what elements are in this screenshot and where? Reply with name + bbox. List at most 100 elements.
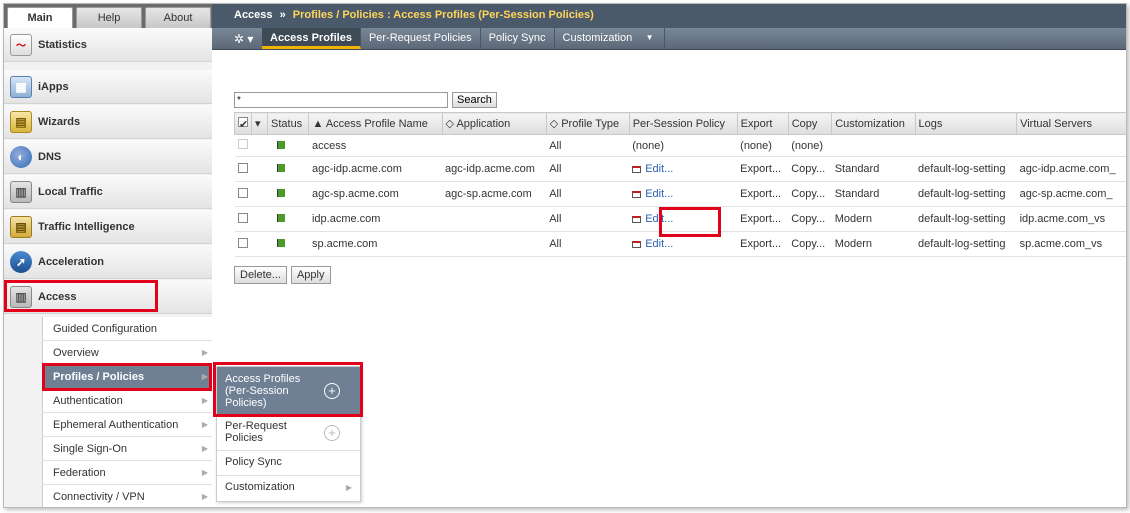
col-profile-type[interactable]: ◇ Profile Type: [545, 112, 630, 135]
row-checkbox-cell: [234, 231, 252, 257]
submenu-federation[interactable]: Federation ▶: [43, 461, 212, 485]
row-checkbox[interactable]: [237, 237, 248, 248]
profile-name-link[interactable]: access: [308, 134, 443, 157]
virtual-server-link[interactable]: agc-sp.acme.com_: [1016, 181, 1126, 207]
submenu-label: Overview: [53, 347, 99, 359]
logs-link[interactable]: default-log-setting: [915, 231, 1017, 257]
checkbox[interactable]: ✔: [238, 116, 248, 131]
row-checkbox-cell: [234, 206, 252, 232]
export-value: (none): [737, 134, 789, 157]
status-flag-icon: [276, 239, 285, 247]
app-window: Main Help About 〜 Statistics ▦ iApps ▤ W…: [3, 3, 1127, 508]
spacer: [251, 156, 268, 182]
search-button[interactable]: Search: [452, 92, 497, 108]
access-submenu: Guided Configuration Overview ▶ Profiles …: [42, 317, 212, 507]
search-row: Search: [234, 92, 497, 108]
table-header-row: ✔ ▾ Status ▲ Access Profile Name ◇ Appli…: [234, 112, 1126, 135]
application-link[interactable]: agc-idp.acme.com: [442, 156, 547, 182]
submenu-connectivity-vpn[interactable]: Connectivity / VPN ▶: [43, 485, 212, 507]
col-application[interactable]: ◇ Application: [441, 112, 547, 135]
chevron-right-icon: ▶: [201, 420, 208, 429]
profile-type: All: [546, 181, 630, 207]
submenu-profiles-policies[interactable]: Profiles / Policies ▶: [43, 365, 212, 389]
tab-help[interactable]: Help: [76, 7, 142, 28]
profile-name-link[interactable]: sp.acme.com: [308, 231, 443, 257]
tab-main[interactable]: Main: [7, 7, 73, 28]
search-input[interactable]: [234, 92, 448, 108]
copy-link[interactable]: Copy...: [788, 206, 832, 232]
application-link[interactable]: [442, 231, 547, 257]
nav-item-dns[interactable]: ◐ DNS: [4, 140, 212, 174]
gear-icon[interactable]: ✲ ▾: [234, 28, 262, 49]
nav-item-acceleration[interactable]: ➚ Acceleration: [4, 245, 212, 279]
submenu-guided-configuration[interactable]: Guided Configuration: [43, 317, 212, 341]
logs-link[interactable]: default-log-setting: [915, 181, 1017, 207]
acceleration-icon: ➚: [10, 250, 32, 273]
virtual-server-link[interactable]: sp.acme.com_vs: [1016, 231, 1126, 257]
apply-button[interactable]: Apply: [290, 266, 331, 284]
tab-access-profiles[interactable]: Access Profiles: [262, 28, 361, 49]
edit-policy-link[interactable]: Edit...: [645, 163, 673, 175]
submenu-single-sign-on[interactable]: Single Sign-On ▶: [43, 437, 212, 461]
nav-item-label: DNS: [38, 150, 62, 163]
logs-link[interactable]: default-log-setting: [915, 156, 1017, 182]
submenu-overview[interactable]: Overview ▶: [43, 341, 212, 365]
breadcrumb-separator: »: [279, 9, 286, 21]
application-link[interactable]: [442, 206, 547, 232]
edit-policy-link[interactable]: Edit...: [645, 213, 673, 225]
profile-name-link[interactable]: idp.acme.com: [308, 206, 443, 232]
copy-link[interactable]: Copy...: [788, 181, 832, 207]
delete-button[interactable]: Delete...: [234, 266, 287, 284]
logs-link[interactable]: [915, 134, 1017, 157]
submenu-authentication[interactable]: Authentication ▶: [43, 389, 212, 413]
tab-per-request-policies[interactable]: Per-Request Policies: [361, 28, 481, 49]
nav-item-local-traffic[interactable]: ▥ Local Traffic: [4, 175, 212, 209]
header-menu[interactable]: ▾: [251, 112, 268, 135]
logs-link[interactable]: default-log-setting: [915, 206, 1017, 232]
nav-item-iapps[interactable]: ▦ iApps: [4, 70, 212, 104]
nav-item-traffic-intelligence[interactable]: ▤ Traffic Intelligence: [4, 210, 212, 244]
status-flag-icon: [276, 140, 285, 149]
virtual-server-link[interactable]: agc-idp.acme.com_: [1016, 156, 1126, 182]
main-content: Access » Profiles / Policies : Access Pr…: [212, 4, 1126, 507]
row-checkbox-cell: [234, 181, 252, 207]
virtual-server-link[interactable]: [1016, 134, 1126, 157]
edit-policy-link[interactable]: Edit...: [645, 238, 673, 250]
tab-customization[interactable]: Customization ▼: [555, 28, 665, 49]
select-all-checkbox[interactable]: ✔: [234, 112, 252, 135]
copy-link[interactable]: Copy...: [788, 156, 832, 182]
copy-link[interactable]: Copy...: [788, 231, 832, 257]
nav-item-statistics[interactable]: 〜 Statistics: [4, 28, 212, 62]
application-link[interactable]: agc-sp.acme.com: [442, 181, 547, 207]
row-checkbox[interactable]: [237, 162, 248, 173]
edit-policy-link[interactable]: Edit...: [645, 188, 673, 200]
left-nav: Main Help About 〜 Statistics ▦ iApps ▤ W…: [4, 4, 212, 507]
col-logs: Logs: [914, 112, 1018, 135]
col-status[interactable]: Status: [266, 112, 310, 135]
edit-icon: [632, 166, 642, 173]
row-checkbox[interactable]: [237, 212, 248, 223]
virtual-server-link[interactable]: idp.acme.com_vs: [1016, 206, 1126, 232]
breadcrumb-path[interactable]: Profiles / Policies : Access Profiles (P…: [293, 9, 594, 21]
nav-item-access[interactable]: ▥ Access: [4, 280, 212, 314]
profile-name-link[interactable]: agc-sp.acme.com: [308, 181, 443, 207]
nav-item-wizards[interactable]: ▤ Wizards: [4, 105, 212, 139]
export-link[interactable]: Export...: [737, 156, 789, 182]
export-link[interactable]: Export...: [737, 181, 789, 207]
tab-about[interactable]: About: [145, 7, 211, 28]
chevron-right-icon: ▶: [201, 396, 208, 405]
status-cell: [267, 206, 309, 232]
policy-value: (none): [629, 134, 738, 157]
application-link[interactable]: [442, 134, 547, 157]
export-link[interactable]: Export...: [737, 206, 789, 232]
breadcrumb-root[interactable]: Access: [234, 9, 273, 21]
export-link[interactable]: Export...: [737, 231, 789, 257]
row-checkbox[interactable]: [237, 187, 248, 198]
chevron-right-icon: ▶: [201, 468, 208, 477]
tab-policy-sync[interactable]: Policy Sync: [481, 28, 555, 49]
profile-name-link[interactable]: agc-idp.acme.com: [308, 156, 443, 182]
nav-item-label: iApps: [38, 80, 69, 93]
col-name[interactable]: ▲ Access Profile Name: [308, 112, 443, 135]
col-copy: Copy: [787, 112, 833, 135]
submenu-ephemeral-authentication[interactable]: Ephemeral Authentication ▶: [43, 413, 212, 437]
